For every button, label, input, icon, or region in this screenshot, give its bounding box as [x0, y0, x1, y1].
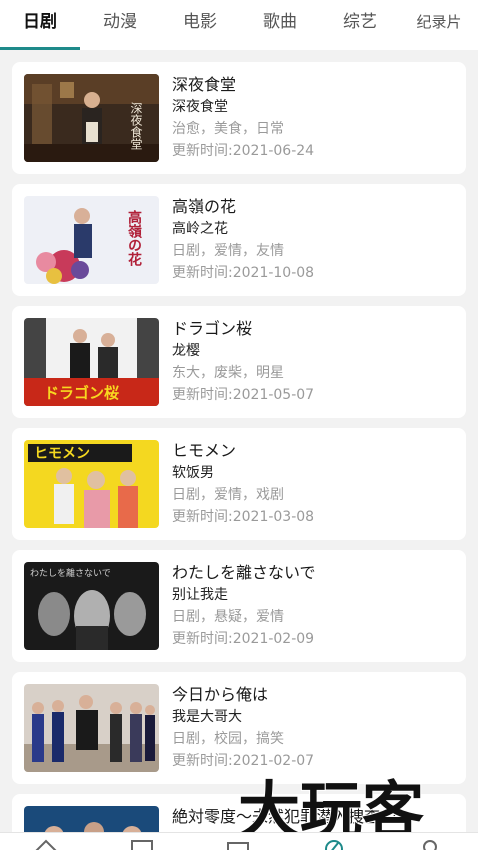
- active-tab-indicator: [0, 47, 80, 50]
- svg-text:ヒモメン: ヒモメン: [34, 446, 90, 462]
- drama-chinese-title: 我是大哥大: [172, 709, 242, 725]
- drama-card[interactable]: ドラゴン桜 ドラゴン桜 龙樱 东大，废柴，明星 更新时间:2021-05-07: [12, 306, 466, 418]
- drama-tags: 治愈，美食，日常: [172, 121, 284, 137]
- drama-card[interactable]: 今日から俺は 我是大哥大 日剧，校园，搞笑 更新时间:2021-02-07: [12, 672, 466, 784]
- drama-title: 絶対零度～未然犯罪潜入捜査～: [172, 807, 397, 826]
- drama-update-time: 更新时间:2021-06-24: [172, 143, 315, 159]
- drama-title: 今日から俺は: [172, 685, 269, 704]
- bottom-navigation: [0, 832, 478, 850]
- tab-songs[interactable]: 歌曲: [240, 0, 320, 48]
- drama-poster[interactable]: わたしを離さないで: [24, 562, 159, 650]
- drama-title: わたしを離さないで: [172, 563, 316, 582]
- drama-chinese-title: 别让我走: [172, 587, 228, 603]
- drama-tags: 日剧，爱情，友情: [172, 243, 284, 259]
- library-icon[interactable]: [130, 837, 154, 850]
- drama-tags: 日剧，悬疑，爱情: [172, 609, 284, 625]
- tab-documentary[interactable]: 纪录片: [400, 0, 478, 48]
- drama-chinese-title: 软饭男: [172, 465, 214, 481]
- drama-title: 高嶺の花: [172, 197, 237, 216]
- tv-icon[interactable]: [226, 837, 250, 850]
- drama-title: ヒモメン: [172, 441, 237, 460]
- drama-update-time: 更新时间:2021-05-07: [172, 387, 315, 403]
- drama-update-time: 更新时间:2021-02-07: [172, 753, 315, 769]
- profile-icon[interactable]: [418, 837, 442, 850]
- category-tab-bar: 日剧 动漫 电影 歌曲 综艺 纪录片: [0, 0, 478, 50]
- discover-icon[interactable]: [322, 837, 346, 850]
- drama-title: ドラゴン桜: [172, 319, 253, 338]
- drama-update-time: 更新时间:2021-02-09: [172, 631, 315, 647]
- drama-tags: 东大，废柴，明星: [172, 365, 284, 381]
- drama-poster[interactable]: 深夜食堂: [24, 74, 159, 162]
- drama-poster[interactable]: [24, 684, 159, 772]
- drama-poster[interactable]: 高嶺の花: [24, 196, 159, 284]
- drama-chinese-title: 龙樱: [172, 343, 200, 359]
- drama-tags: 日剧，校园，搞笑: [172, 731, 284, 747]
- drama-title: 深夜食堂: [172, 75, 237, 94]
- tab-anime[interactable]: 动漫: [80, 0, 160, 48]
- drama-tags: 日剧，爱情，戏剧: [172, 487, 284, 503]
- svg-text:ドラゴン桜: ドラゴン桜: [44, 384, 119, 402]
- svg-text:高嶺の花: 高嶺の花: [126, 209, 142, 267]
- drama-update-time: 更新时间:2021-10-08: [172, 265, 315, 281]
- svg-text:深夜食堂: 深夜食堂: [129, 102, 143, 150]
- tab-japanese-drama[interactable]: 日剧: [0, 0, 80, 48]
- drama-poster[interactable]: ヒモメン: [24, 440, 159, 528]
- drama-chinese-title: 高岭之花: [172, 221, 228, 237]
- drama-chinese-title: 深夜食堂: [172, 99, 228, 115]
- svg-text:わたしを離さないで: わたしを離さないで: [30, 567, 111, 579]
- drama-update-time: 更新时间:2021-03-08: [172, 509, 315, 525]
- drama-poster[interactable]: ドラゴン桜: [24, 318, 159, 406]
- home-icon[interactable]: [34, 837, 58, 850]
- drama-card[interactable]: ヒモメン ヒモメン 软饭男 日剧，爱情，戏剧 更新时间:2021-03-08: [12, 428, 466, 540]
- drama-card[interactable]: 深夜食堂 深夜食堂 深夜食堂 治愈，美食，日常 更新时间:2021-06-24: [12, 62, 466, 174]
- tab-variety[interactable]: 综艺: [320, 0, 400, 48]
- drama-card[interactable]: 高嶺の花 高嶺の花 高岭之花 日剧，爱情，友情 更新时间:2021-10-08: [12, 184, 466, 296]
- drama-card[interactable]: わたしを離さないで わたしを離さないで 别让我走 日剧，悬疑，爱情 更新时间:2…: [12, 550, 466, 662]
- tab-movie[interactable]: 电影: [160, 0, 240, 48]
